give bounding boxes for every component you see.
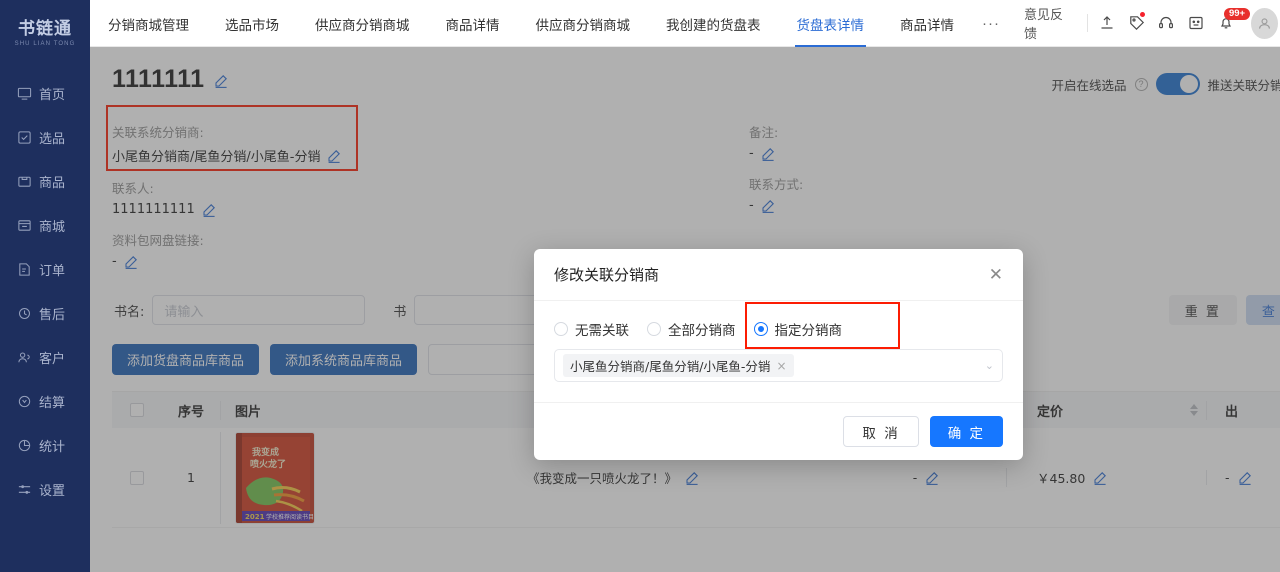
dialog-body: 无需关联 全部分销商 指定分销商 小尾鱼分销商/尾鱼分销/小尾鱼-分销 × ⌄ [534,301,1023,402]
tag-icon[interactable] [1122,8,1152,38]
feedback-link[interactable]: 意见反馈 [1010,4,1083,42]
sidebar-item-label: 订单 [39,263,66,279]
remove-tag-icon[interactable]: × [776,359,786,373]
sidebar-item-label: 结算 [39,395,66,411]
notification-badge: 99+ [1223,8,1251,20]
smiley-icon[interactable] [1181,8,1211,38]
select-goods-icon [17,130,32,145]
sidebar-item-settlement[interactable]: 结算 [0,379,90,423]
sidebar-item-label: 设置 [39,483,66,499]
settings-icon [17,482,32,497]
sidebar-item-order[interactable]: 订单 [0,247,90,291]
logo-text-zh: 书链通 [18,19,72,39]
sidebar-item-after-sales[interactable]: 售后 [0,291,90,335]
radio-all-distributors[interactable]: 全部分销商 [647,319,736,339]
sidebar-item-label: 商城 [39,219,66,235]
distributor-select[interactable]: 小尾鱼分销商/尾鱼分销/小尾鱼-分销 × ⌄ [554,349,1003,382]
tab-my-pallet-sheets[interactable]: 我创建的货盘表 [648,0,779,47]
upload-icon[interactable] [1092,8,1122,38]
sidebar-item-label: 客户 [39,351,66,367]
app-logo[interactable]: 书链通 SHU LIAN TONG [0,14,90,47]
selected-distributor-tag: 小尾鱼分销商/尾鱼分销/小尾鱼-分销 × [563,354,794,377]
tag-label: 小尾鱼分销商/尾鱼分销/小尾鱼-分销 [570,359,771,374]
radio-label: 全部分销商 [668,323,736,339]
product-icon [17,174,32,189]
cancel-button[interactable]: 取 消 [843,416,919,447]
settlement-icon [17,394,32,409]
notification-dot [1139,12,1145,17]
sidebar-item-label: 首页 [39,87,66,103]
tab-list: 分销商城管理 选品市场 供应商分销商城 商品详情 供应商分销商城 我创建的货盘表… [90,0,1010,47]
sidebar-item-customer[interactable]: 客户 [0,335,90,379]
headset-icon[interactable] [1152,8,1182,38]
sidebar-item-home[interactable]: 首页 [0,71,90,115]
sidebar-item-product[interactable]: 商品 [0,159,90,203]
statistics-icon [17,438,32,453]
radio-label: 指定分销商 [774,323,843,339]
sidebar-item-statistics[interactable]: 统计 [0,423,90,467]
dialog-footer: 取 消 确 定 [534,402,1023,460]
sidebar-item-label: 商品 [39,175,66,191]
radio-circle [554,322,568,336]
sidebar-nav: 首页 选品 商品 商城 订单 售后 客户 结算 统计 设置 [0,71,90,511]
bell-icon[interactable]: 99+ [1211,8,1251,38]
customer-icon [17,350,32,365]
home-icon [17,86,32,101]
sidebar-item-select-goods[interactable]: 选品 [0,115,90,159]
tab-supplier-distribution-mall[interactable]: 供应商分销商城 [297,0,428,47]
tab-product-detail[interactable]: 商品详情 [428,0,518,47]
sidebar-item-label: 售后 [39,307,66,323]
dialog-header: 修改关联分销商 ✕ [534,249,1023,301]
sidebar-item-label: 统计 [39,439,66,455]
app-root: 书链通 SHU LIAN TONG 首页 选品 商品 商城 订单 售后 客户 结… [0,0,1280,572]
tab-product-detail-2[interactable]: 商品详情 [882,0,972,47]
chevron-down-icon[interactable]: ⌄ [985,359,994,372]
sidebar: 书链通 SHU LIAN TONG 首页 选品 商品 商城 订单 售后 客户 结… [0,0,90,572]
tab-supplier-distribution-mall-2[interactable]: 供应商分销商城 [518,0,649,47]
sidebar-item-label: 选品 [39,131,66,147]
mall-icon [17,218,32,233]
dialog-title: 修改关联分销商 [554,266,660,284]
edit-linked-distributor-dialog: 修改关联分销商 ✕ 无需关联 全部分销商 指定分销商 小尾鱼分销商/尾鱼分销/小… [534,249,1023,460]
tab-pallet-sheet-detail[interactable]: 货盘表详情 [779,0,883,47]
after-sales-icon [17,306,32,321]
tab-selection-market[interactable]: 选品市场 [207,0,297,47]
tab-overflow-icon[interactable]: ··· [972,0,1010,47]
radio-label: 无需关联 [575,323,629,339]
close-icon[interactable]: ✕ [989,266,1003,283]
topbar-actions: 意见反馈 99+ [1010,0,1280,46]
sidebar-item-settings[interactable]: 设置 [0,467,90,511]
tab-distribution-mall-manage[interactable]: 分销商城管理 [90,0,207,47]
radio-no-link[interactable]: 无需关联 [554,319,629,339]
avatar[interactable] [1250,7,1278,39]
confirm-button[interactable]: 确 定 [929,416,1003,447]
order-icon [17,262,32,277]
distributor-mode-radio-group: 无需关联 全部分销商 指定分销商 [554,302,1003,349]
radio-circle [647,322,661,336]
sidebar-item-mall[interactable]: 商城 [0,203,90,247]
divider [1087,14,1089,32]
logo-text-en: SHU LIAN TONG [14,41,76,47]
top-tab-bar: 分销商城管理 选品市场 供应商分销商城 商品详情 供应商分销商城 我创建的货盘表… [90,0,1280,47]
radio-specified-distributors[interactable]: 指定分销商 [753,319,843,339]
radio-circle-selected [753,322,768,336]
main-area: 分销商城管理 选品市场 供应商分销商城 商品详情 供应商分销商城 我创建的货盘表… [90,0,1280,572]
